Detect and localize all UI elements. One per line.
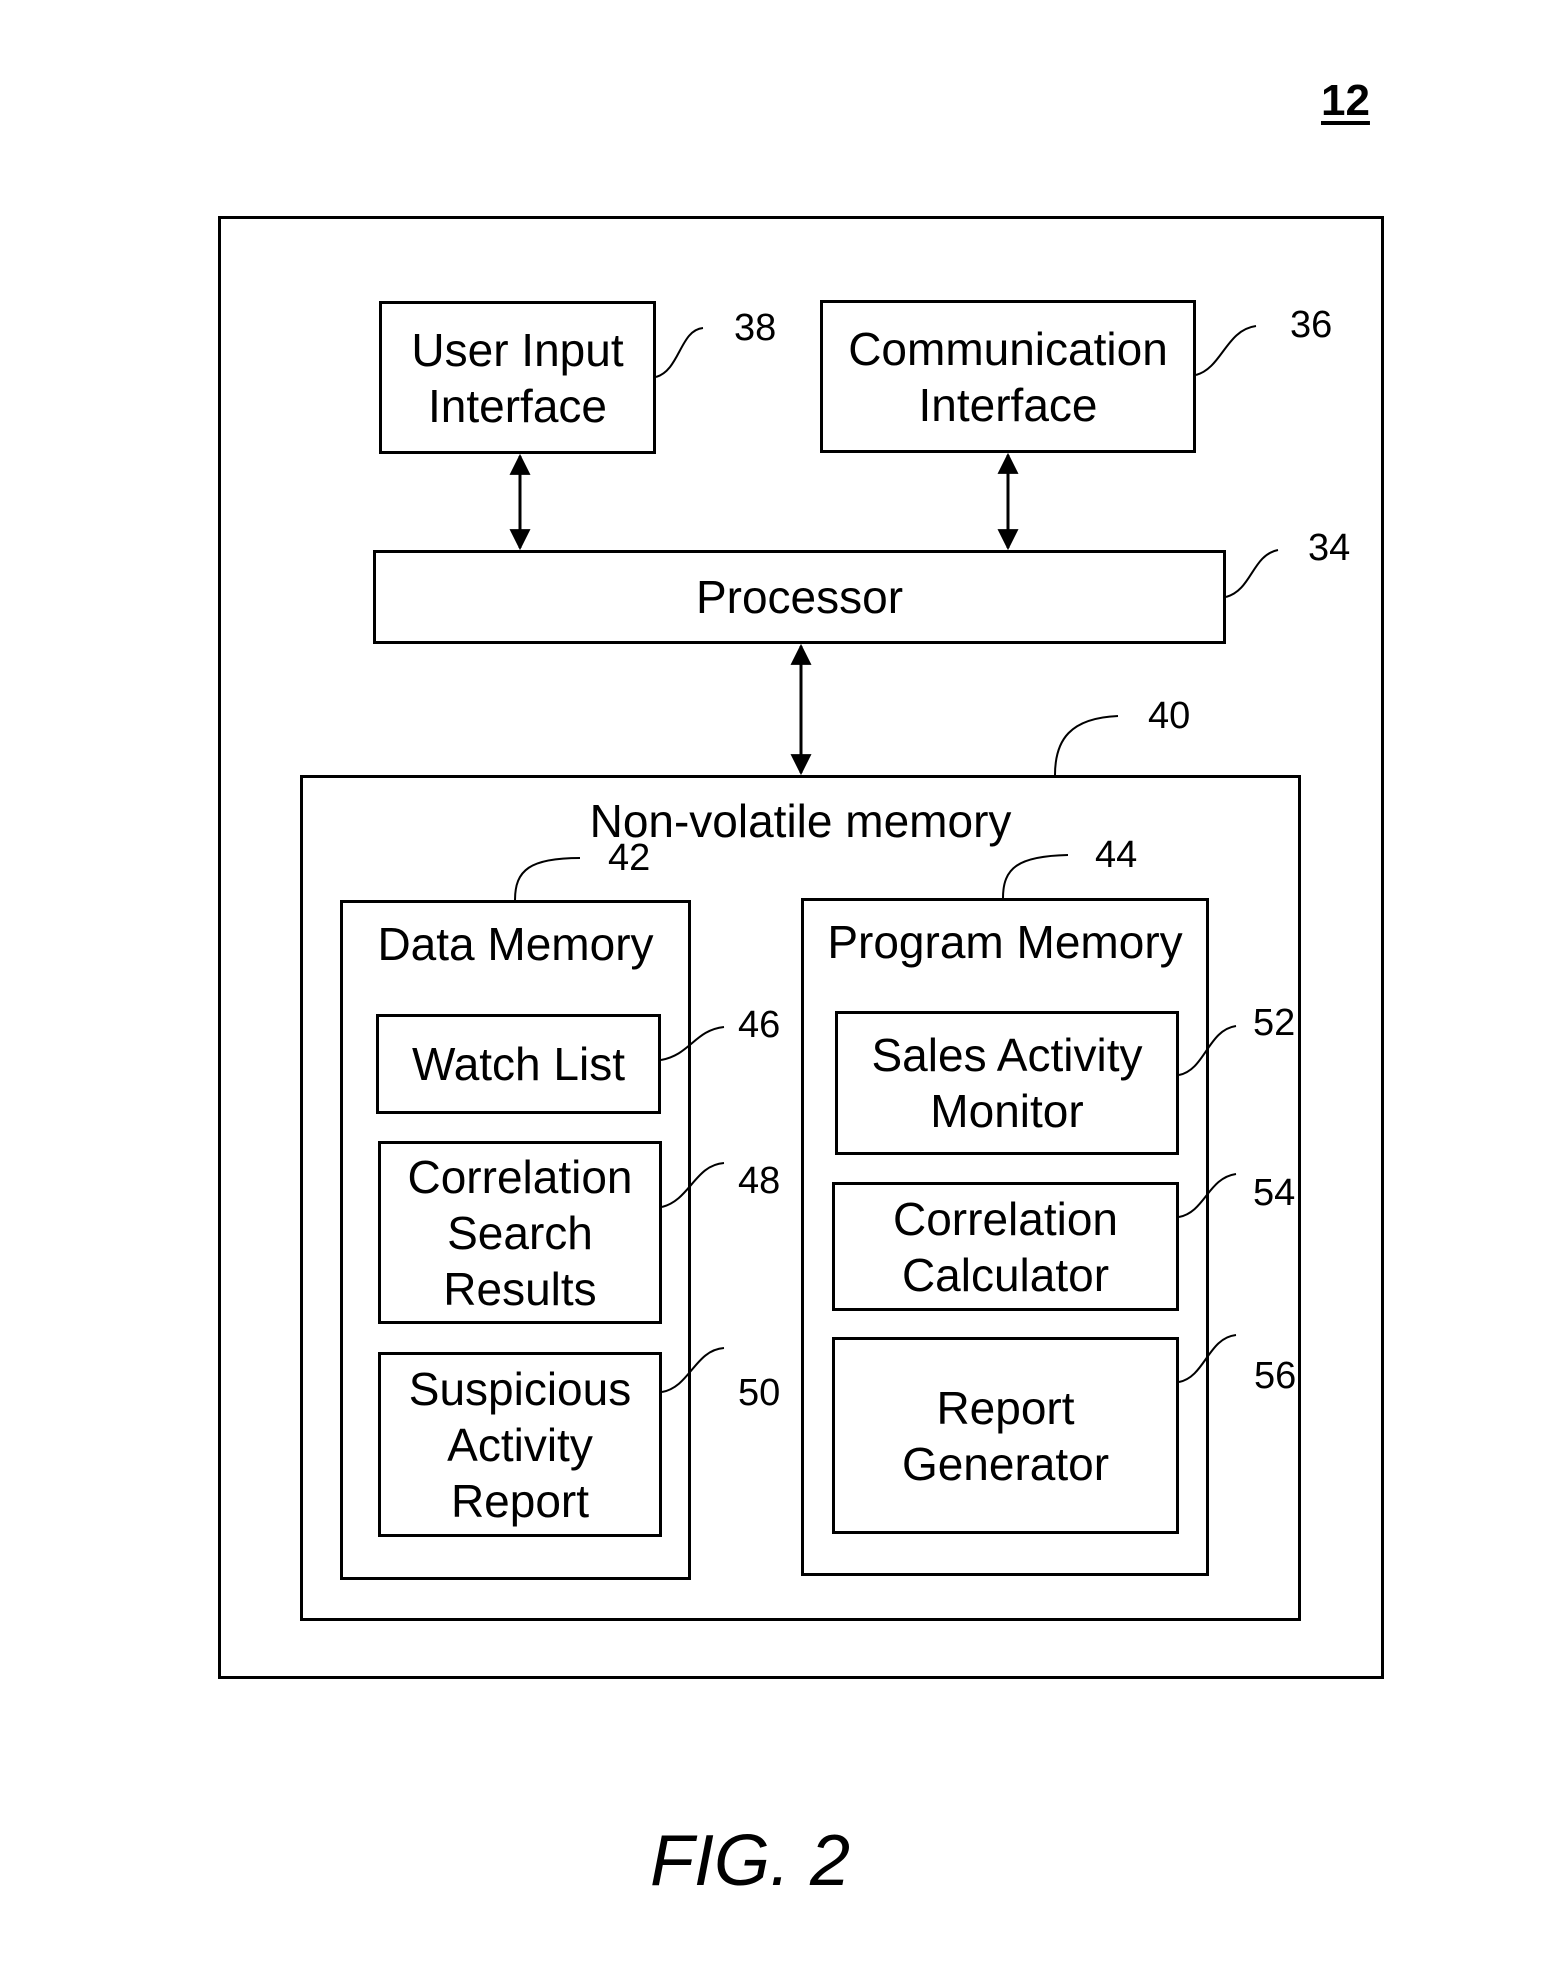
- block-title: Program Memory: [827, 916, 1183, 968]
- block-label-line: User Input: [411, 323, 624, 376]
- block-label-line: Watch List: [411, 1038, 626, 1090]
- block-label-line: Results: [443, 1262, 597, 1315]
- block-label-line: Interface: [428, 379, 607, 432]
- block-label-line: Communication: [848, 322, 1168, 375]
- block-label-line: Monitor: [930, 1085, 1084, 1137]
- ref-number-50: 50: [738, 1372, 781, 1414]
- block-label-line: Suspicious: [408, 1362, 632, 1415]
- user-input-interface-block: User Input Interface: [379, 301, 656, 454]
- ref-number-54: 54: [1253, 1172, 1296, 1214]
- figure-reference-number: 12: [1321, 76, 1370, 125]
- sales-activity-monitor-block: Sales Activity Monitor: [835, 1011, 1179, 1155]
- ref-number-42: 42: [608, 837, 651, 879]
- block-label-line: Calculator: [901, 1248, 1110, 1301]
- block-label-line: Search: [447, 1206, 593, 1259]
- ref-number-52: 52: [1253, 1002, 1296, 1044]
- block-label-line: Sales Activity: [871, 1029, 1143, 1081]
- block-label-line: Generator: [901, 1437, 1110, 1490]
- suspicious-activity-report-block: Suspicious Activity Report: [378, 1352, 662, 1537]
- processor-block: Processor: [373, 550, 1226, 644]
- correlation-search-results-block: Correlation Search Results: [378, 1141, 662, 1324]
- ref-number-40: 40: [1148, 695, 1191, 737]
- block-title: Non-volatile memory: [589, 795, 1012, 847]
- ref-number-36: 36: [1290, 304, 1333, 346]
- figure-caption: FIG. 2: [649, 1821, 851, 1901]
- ref-number-44: 44: [1095, 834, 1138, 876]
- block-title: Data Memory: [377, 918, 654, 970]
- correlation-calculator-block: Correlation Calculator: [832, 1182, 1179, 1311]
- block-label-line: Report: [450, 1474, 590, 1527]
- block-label: Processor: [695, 571, 904, 623]
- block-label-line: Activity: [447, 1418, 593, 1471]
- ref-number-48: 48: [738, 1160, 781, 1202]
- ref-number-34: 34: [1308, 527, 1351, 569]
- block-label-line: Interface: [918, 378, 1098, 431]
- block-label-line: Correlation: [893, 1192, 1118, 1245]
- communication-interface-block: Communication Interface: [820, 300, 1196, 453]
- ref-number-46: 46: [738, 1004, 781, 1046]
- watch-list-block: Watch List: [376, 1014, 661, 1114]
- ref-number-38: 38: [734, 307, 777, 349]
- block-label-line: Report: [936, 1381, 1075, 1434]
- ref-number-56: 56: [1254, 1355, 1297, 1397]
- report-generator-block: Report Generator: [832, 1337, 1179, 1534]
- block-label-line: Correlation: [407, 1150, 633, 1203]
